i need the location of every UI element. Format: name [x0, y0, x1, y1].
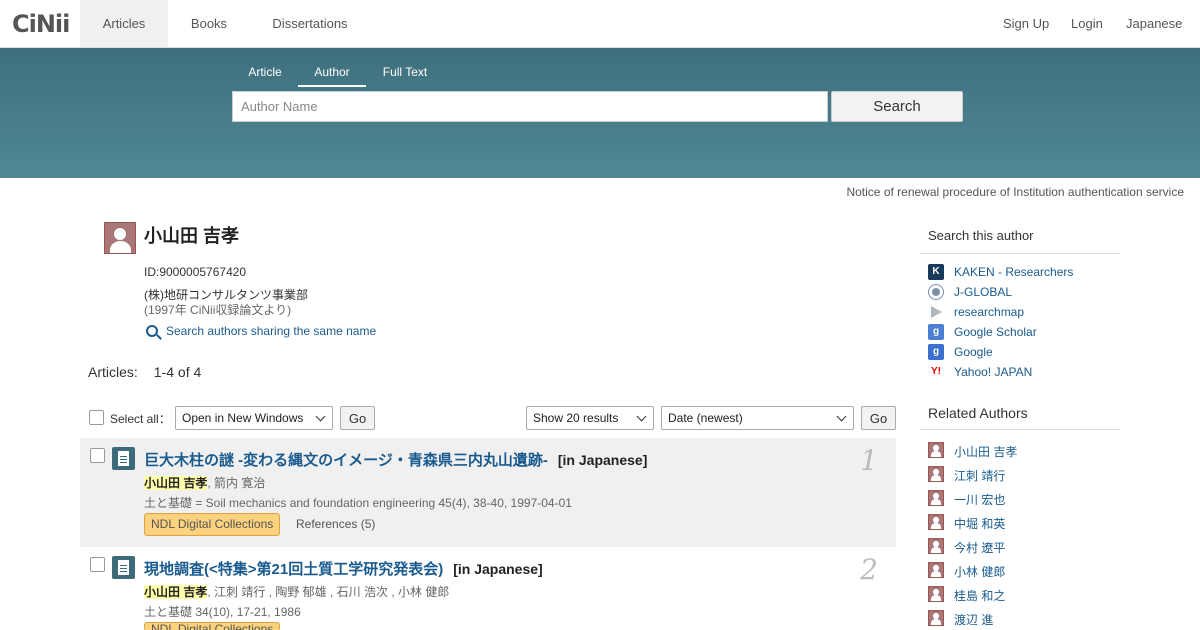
yahoo-japan-link[interactable]: Yahoo! JAPAN [954, 365, 1032, 379]
top-navigation: CiNii Articles Books Dissertations Sign … [0, 0, 1200, 48]
result-number: 2 [860, 553, 878, 586]
result-title-row: 巨大木柱の謎 -変わる縄文のイメージ・青森県三内丸山遺跡- [in Japanes… [144, 449, 647, 470]
related-author-link[interactable]: 中堀 和英 [954, 515, 1005, 532]
divider [920, 253, 1120, 254]
author-affiliation-note: (1997年 CiNii収録論文より) [144, 303, 292, 317]
related-author-avatar-icon [928, 490, 944, 506]
result-checkbox[interactable] [90, 557, 105, 572]
articles-range: 1-4 of 4 [153, 364, 202, 380]
result-language-tag: [in Japanese] [557, 452, 648, 468]
search-icon [146, 325, 158, 337]
related-author-link[interactable]: 今村 遼平 [954, 539, 1005, 556]
cinii-logo[interactable]: CiNii [12, 10, 70, 38]
related-author-avatar-icon [928, 586, 944, 602]
result-authors: 小山田 吉孝, 江刺 靖行 , 陶野 郁雄 , 石川 浩次 , 小林 健郎 [144, 583, 449, 600]
sort-order-value: Date (newest) [668, 411, 743, 425]
google-scholar-link[interactable]: Google Scholar [954, 325, 1037, 339]
related-author-avatar-icon [928, 538, 944, 554]
result-language-tag: [in Japanese] [453, 561, 543, 577]
google-scholar-icon: g [928, 324, 944, 340]
author-avatar-icon [104, 222, 136, 254]
related-author-link[interactable]: 小林 健郎 [954, 563, 1005, 580]
related-author-avatar-icon [928, 466, 944, 482]
renewal-notice-link[interactable]: Notice of renewal procedure of Instituti… [846, 185, 1184, 199]
yahoo-icon: Y! [928, 364, 944, 380]
researchmap-link[interactable]: researchmap [954, 305, 1024, 319]
related-author-link[interactable]: 一川 宏也 [954, 491, 1005, 508]
ndl-digital-collections-button[interactable]: NDL Digital Collections [144, 622, 281, 630]
same-name-search-label: Search authors sharing the same name [166, 324, 377, 338]
result-number: 1 [860, 444, 878, 477]
results-per-page-select[interactable]: Show 20 results [526, 406, 654, 430]
result-title-link[interactable]: 現地調査(<特集>第21回土質工学研究発表会) [144, 561, 443, 578]
related-author-avatar-icon [928, 514, 944, 530]
kaken-link[interactable]: KAKEN - Researchers [954, 265, 1073, 279]
related-author-link[interactable]: 渡辺 進 [954, 611, 993, 628]
nav-tab-books[interactable]: Books [178, 0, 240, 47]
researchmap-icon [928, 304, 944, 320]
document-icon [112, 447, 135, 470]
author-name: 小山田 吉孝 [144, 226, 240, 246]
result-source: 土と基礎 34(10), 17-21, 1986 [144, 605, 301, 619]
google-icon: g [928, 344, 944, 360]
related-author-avatar-icon [928, 562, 944, 578]
related-author-link[interactable]: 江刺 靖行 [954, 467, 1005, 484]
result-title-link[interactable]: 巨大木柱の謎 -変わる縄文のイメージ・青森県三内丸山遺跡- [144, 452, 548, 469]
divider [920, 429, 1120, 430]
related-author-link[interactable]: 小山田 吉孝 [954, 443, 1017, 460]
search-tab-article[interactable]: Article [240, 65, 290, 87]
result-checkbox[interactable] [90, 448, 105, 463]
search-this-author-heading: Search this author [928, 228, 1034, 243]
open-mode-select[interactable]: Open in New Windows [175, 406, 333, 430]
result-author-highlight[interactable]: 小山田 吉孝 [144, 585, 208, 599]
document-icon [112, 556, 135, 579]
go-button-sort[interactable]: Go [861, 406, 896, 430]
related-author-avatar-icon [928, 610, 944, 626]
result-row: 現地調査(<特集>第21回土質工学研究発表会) [in Japanese] 2 小… [80, 547, 896, 630]
sort-order-select[interactable]: Date (newest) [661, 406, 854, 430]
go-button-open[interactable]: Go [340, 406, 375, 430]
references-link[interactable]: References (5) [296, 517, 375, 531]
results-per-page-value: Show 20 results [533, 411, 619, 425]
result-authors: 小山田 吉孝, 箭内 寛治 [144, 474, 265, 491]
search-tab-author[interactable]: Author [298, 65, 366, 87]
articles-label: Articles: [88, 364, 138, 380]
language-link[interactable]: Japanese [1126, 0, 1182, 47]
login-link[interactable]: Login [1071, 0, 1103, 47]
same-name-search-link[interactable]: Search authors sharing the same name [146, 324, 376, 338]
search-tab-full-text[interactable]: Full Text [374, 65, 436, 87]
select-all-checkbox[interactable] [89, 410, 104, 425]
related-authors-heading: Related Authors [928, 405, 1028, 421]
jglobal-link[interactable]: J-GLOBAL [954, 285, 1012, 299]
result-author-highlight[interactable]: 小山田 吉孝 [144, 476, 208, 490]
select-all-label: Select all： [110, 412, 171, 426]
articles-count: Articles: 1-4 of 4 [88, 364, 201, 380]
sign-up-link[interactable]: Sign Up [1003, 0, 1049, 47]
ndl-digital-collections-button[interactable]: NDL Digital Collections [144, 513, 281, 536]
nav-tab-articles[interactable]: Articles [80, 0, 168, 47]
result-row: 巨大木柱の謎 -変わる縄文のイメージ・青森県三内丸山遺跡- [in Japanes… [80, 438, 896, 547]
jglobal-icon [928, 284, 944, 300]
author-id: ID:9000005767420 [144, 265, 247, 279]
search-button[interactable]: Search [831, 91, 963, 122]
search-band: Article Author Full Text Search [0, 48, 1200, 178]
result-source: 土と基礎 = Soil mechanics and foundation eng… [144, 496, 572, 510]
open-mode-value: Open in New Windows [182, 411, 304, 425]
author-search-input[interactable] [232, 91, 828, 122]
related-author-link[interactable]: 桂島 和之 [954, 587, 1005, 604]
result-other-authors: , 江刺 靖行 , 陶野 郁雄 , 石川 浩次 , 小林 健郎 [207, 585, 450, 599]
result-other-authors: , 箭内 寛治 [207, 476, 266, 490]
related-author-avatar-icon [928, 442, 944, 458]
nav-tab-dissertations[interactable]: Dissertations [266, 0, 354, 47]
result-title-row: 現地調査(<特集>第21回土質工学研究発表会) [in Japanese] [144, 558, 543, 579]
google-link[interactable]: Google [954, 345, 993, 359]
kaken-icon: K [928, 264, 944, 280]
